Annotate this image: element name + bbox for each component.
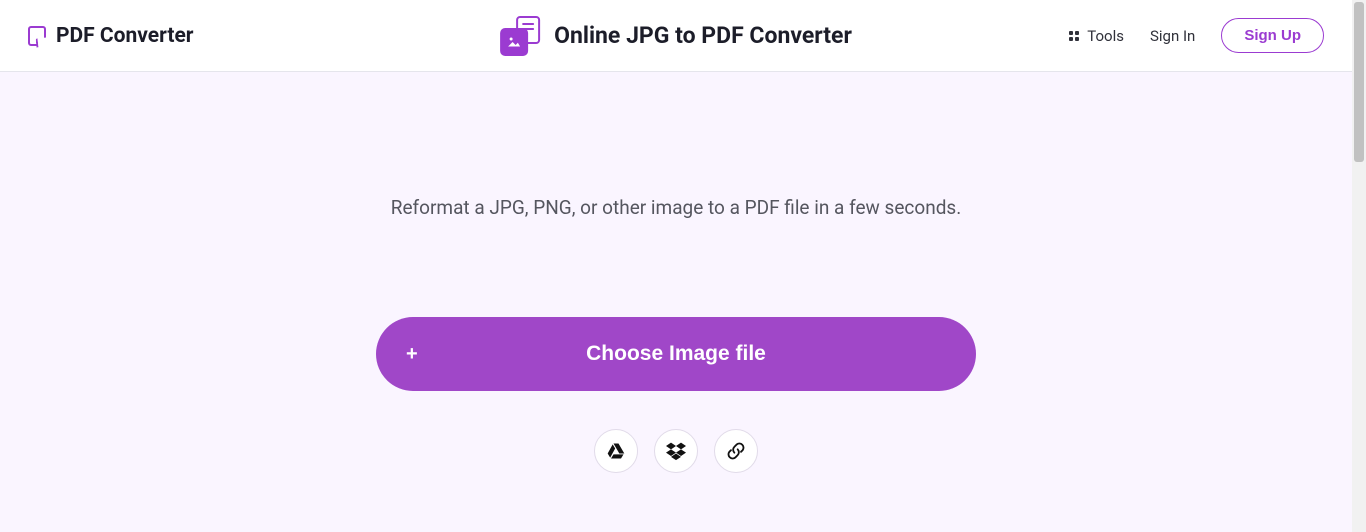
image-to-pdf-icon [500,16,540,56]
tools-label: Tools [1087,27,1124,45]
signup-button[interactable]: Sign Up [1221,18,1324,53]
choose-file-button[interactable]: + Choose Image file [376,317,976,391]
logo-text: PDF Converter [56,24,193,48]
google-drive-button[interactable] [594,429,638,473]
scrollbar-thumb[interactable] [1354,2,1364,162]
pdf-logo-icon [28,26,46,46]
link-icon [726,441,746,461]
main-area: Reformat a JPG, PNG, or other image to a… [0,72,1352,532]
tools-menu[interactable]: Tools [1069,27,1124,45]
grid-icon [1069,31,1079,41]
signin-link[interactable]: Sign In [1150,27,1195,45]
page-title: Online JPG to PDF Converter [554,22,852,49]
subtitle-text: Reformat a JPG, PNG, or other image to a… [391,196,961,219]
upload-sources [594,429,758,473]
dropbox-icon [666,441,686,461]
plus-icon: + [406,343,418,366]
page-title-group: Online JPG to PDF Converter [500,16,852,56]
vertical-scrollbar[interactable] [1352,0,1366,532]
header-nav: Tools Sign In Sign Up [1069,18,1324,53]
url-link-button[interactable] [714,429,758,473]
site-logo[interactable]: PDF Converter [28,24,193,48]
dropbox-button[interactable] [654,429,698,473]
app-header: PDF Converter Online JPG to PDF Converte… [0,0,1352,72]
choose-file-label: Choose Image file [586,342,766,366]
google-drive-icon [606,441,626,461]
